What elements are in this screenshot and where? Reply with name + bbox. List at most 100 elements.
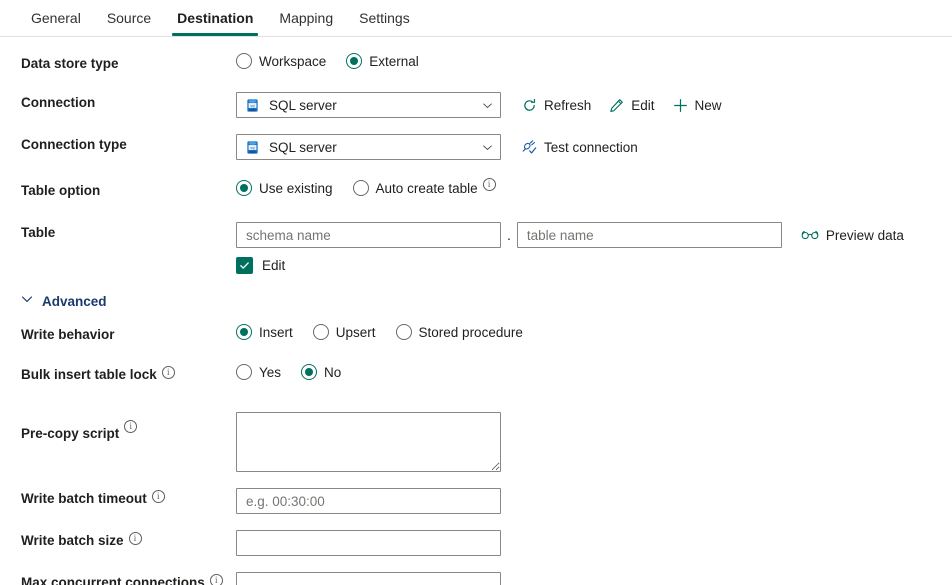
test-connection-label: Test connection	[544, 140, 638, 155]
radio-bulk-yes[interactable]: Yes	[236, 364, 281, 380]
pre-copy-script-textarea[interactable]	[236, 412, 501, 472]
radio-insert-label: Insert	[259, 325, 293, 340]
row-data-store-type: Data store type Workspace External	[0, 53, 952, 83]
radio-stored-procedure-label: Stored procedure	[419, 325, 523, 340]
radio-auto-create-table[interactable]: Auto create table	[353, 180, 496, 196]
test-connection-button[interactable]: Test connection	[522, 140, 638, 155]
schema-name-input[interactable]	[236, 222, 501, 248]
radio-stored-procedure[interactable]: Stored procedure	[396, 324, 523, 340]
preview-data-label: Preview data	[826, 228, 904, 243]
tab-destination[interactable]: Destination	[164, 0, 266, 36]
write-batch-timeout-input[interactable]	[236, 488, 501, 514]
connection-type-value: SQL server	[269, 140, 482, 155]
row-table-option: Table option Use existing Auto create ta…	[0, 180, 952, 210]
label-max-concurrent-connections: Max concurrent connections	[0, 572, 236, 585]
radio-auto-create-table-label: Auto create table	[376, 181, 496, 196]
edit-table-checkbox[interactable]: Edit	[236, 257, 285, 274]
row-max-concurrent-connections: Max concurrent connections	[0, 572, 952, 585]
label-table-option-text: Table option	[21, 180, 100, 202]
new-connection-button[interactable]: New	[673, 98, 722, 113]
checkbox-checked-box	[236, 257, 253, 274]
radio-use-existing[interactable]: Use existing	[236, 180, 333, 196]
label-write-batch-size-text: Write batch size	[21, 530, 124, 552]
radio-workspace[interactable]: Workspace	[236, 53, 326, 69]
info-icon-write-batch-timeout[interactable]	[152, 490, 165, 503]
write-batch-size-input[interactable]	[236, 530, 501, 556]
label-write-batch-timeout: Write batch timeout	[0, 488, 236, 510]
plug-check-icon	[522, 140, 537, 155]
refresh-icon	[522, 98, 537, 113]
label-max-concurrent-connections-text: Max concurrent connections	[21, 572, 205, 585]
radio-bulk-yes-dot	[236, 364, 252, 380]
radio-external[interactable]: External	[346, 53, 419, 69]
radio-upsert-dot	[313, 324, 329, 340]
tab-mapping[interactable]: Mapping	[266, 0, 346, 36]
label-table: Table	[0, 222, 236, 244]
control-data-store-type: Workspace External	[236, 53, 952, 69]
label-write-behavior: Write behavior	[0, 324, 236, 346]
max-concurrent-connections-input[interactable]	[236, 572, 501, 585]
advanced-section-toggle[interactable]: Advanced	[0, 292, 130, 310]
destination-form: Data store type Workspace External Conne…	[0, 37, 952, 585]
pencil-icon	[609, 98, 624, 113]
plus-icon	[673, 98, 688, 113]
info-icon-auto-create-table[interactable]	[483, 178, 496, 191]
radio-group-bulk-insert-table-lock: Yes No	[236, 364, 361, 380]
row-table: Table . Preview data	[0, 222, 952, 274]
table-name-input[interactable]	[517, 222, 782, 248]
radio-bulk-no[interactable]: No	[301, 364, 341, 380]
label-write-batch-size: Write batch size	[0, 530, 236, 552]
radio-insert-dot	[236, 324, 252, 340]
control-write-batch-size	[236, 530, 952, 556]
info-icon-bulk-insert-table-lock[interactable]	[162, 366, 175, 379]
label-write-batch-timeout-text: Write batch timeout	[21, 488, 147, 510]
label-pre-copy-script: Pre-copy script	[0, 412, 236, 445]
control-table-option: Use existing Auto create table	[236, 180, 952, 196]
chevron-down-icon	[482, 100, 493, 111]
label-write-behavior-text: Write behavior	[21, 324, 115, 346]
tab-general-label: General	[31, 10, 81, 26]
tab-mapping-label: Mapping	[279, 10, 333, 26]
table-fields: . Preview data	[236, 222, 904, 248]
label-pre-copy-script-text: Pre-copy script	[21, 423, 119, 445]
radio-upsert[interactable]: Upsert	[313, 324, 376, 340]
table-name-separator: .	[507, 227, 511, 243]
refresh-button[interactable]: Refresh	[522, 98, 591, 113]
control-pre-copy-script	[236, 412, 952, 472]
edit-connection-button[interactable]: Edit	[609, 98, 654, 113]
radio-bulk-yes-label: Yes	[259, 365, 281, 380]
radio-insert[interactable]: Insert	[236, 324, 293, 340]
glasses-icon	[801, 229, 819, 241]
radio-workspace-dot	[236, 53, 252, 69]
tab-source[interactable]: Source	[94, 0, 164, 36]
radio-stored-procedure-dot	[396, 324, 412, 340]
edit-table-checkbox-label: Edit	[262, 258, 285, 273]
row-connection: Connection sql SQL server	[0, 92, 952, 122]
connection-type-dropdown[interactable]: sql SQL server	[236, 134, 501, 160]
row-write-behavior: Write behavior Insert Upsert Stored proc…	[0, 324, 952, 354]
info-icon-pre-copy-script[interactable]	[124, 420, 137, 433]
control-write-behavior: Insert Upsert Stored procedure	[236, 324, 952, 340]
new-connection-label: New	[695, 98, 722, 113]
preview-data-button[interactable]: Preview data	[801, 228, 904, 243]
control-connection: sql SQL server Refr	[236, 92, 952, 118]
radio-bulk-no-dot	[301, 364, 317, 380]
label-connection: Connection	[0, 92, 236, 114]
radio-bulk-no-label: No	[324, 365, 341, 380]
tab-settings[interactable]: Settings	[346, 0, 423, 36]
radio-group-data-store-type: Workspace External	[236, 53, 439, 69]
connection-commands: Refresh Edit	[522, 98, 740, 113]
control-write-batch-timeout	[236, 488, 952, 514]
info-icon-max-concurrent-connections[interactable]	[210, 574, 223, 585]
radio-external-dot	[346, 53, 362, 69]
row-bulk-insert-table-lock: Bulk insert table lock Yes No	[0, 364, 952, 394]
tab-settings-label: Settings	[359, 10, 410, 26]
edit-connection-label: Edit	[631, 98, 654, 113]
info-icon-write-batch-size[interactable]	[129, 532, 142, 545]
connection-dropdown[interactable]: sql SQL server	[236, 92, 501, 118]
radio-workspace-label: Workspace	[259, 54, 326, 69]
tab-general[interactable]: General	[18, 0, 94, 36]
radio-use-existing-label: Use existing	[259, 181, 333, 196]
svg-text:sql: sql	[250, 104, 255, 108]
svg-text:sql: sql	[250, 146, 255, 150]
